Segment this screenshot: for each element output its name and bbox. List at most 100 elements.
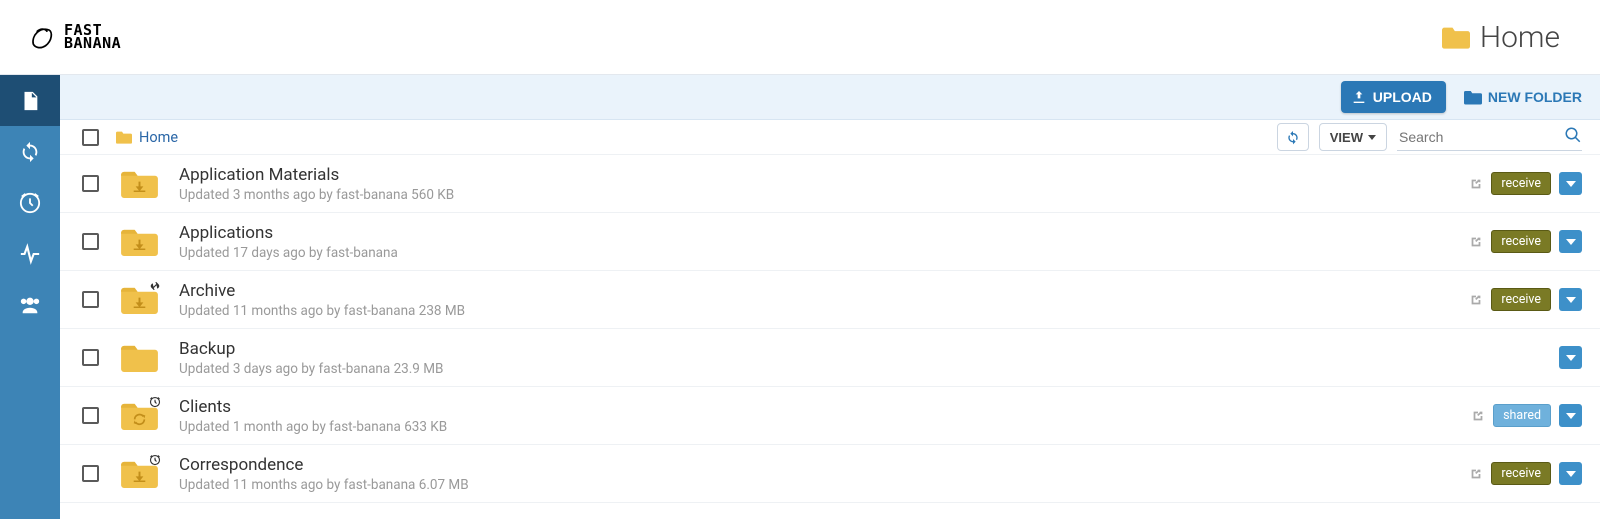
row-actions: receive [1469,288,1582,311]
status-badge[interactable]: receive [1491,172,1551,195]
file-name[interactable]: Clients [179,397,1471,417]
row-menu-button[interactable] [1559,346,1582,369]
file-name[interactable]: Backup [179,339,1559,359]
row-actions [1559,346,1582,369]
sidebar-item-scheduled[interactable] [0,177,60,228]
row-menu-button[interactable] [1559,172,1582,195]
file-row[interactable]: Backup Updated 3 days ago by fast-banana… [60,329,1600,387]
file-name[interactable]: Application Materials [179,165,1469,185]
row-menu-button[interactable] [1559,404,1582,427]
file-meta: Updated 11 months ago by fast-banana 238… [179,303,1469,319]
search-input[interactable] [1397,124,1582,151]
file-row[interactable]: Applications Updated 17 days ago by fast… [60,213,1600,271]
file-name[interactable]: Correspondence [179,455,1469,475]
sidebar-item-sync[interactable] [0,126,60,177]
toolbar: UPLOAD NEW FOLDER [60,75,1600,120]
open-external-icon[interactable] [1469,177,1483,191]
row-actions: receive [1469,172,1582,195]
folder-icon-cell[interactable] [113,400,165,431]
select-all-checkbox[interactable] [82,129,99,146]
refresh-icon [1285,129,1301,145]
breadcrumb-home[interactable]: Home [139,129,178,146]
name-cell: Archive Updated 11 months ago by fast-ba… [179,281,1469,319]
folder-icon-cell[interactable] [113,226,165,257]
file-meta: Updated 3 months ago by fast-banana 560 … [179,187,1469,203]
activity-icon [19,243,41,265]
file-row[interactable]: Archive Updated 11 months ago by fast-ba… [60,271,1600,329]
file-row[interactable]: Clients Updated 1 month ago by fast-bana… [60,387,1600,445]
file-meta: Updated 1 month ago by fast-banana 633 K… [179,419,1471,435]
document-icon [19,90,41,112]
open-external-icon[interactable] [1469,235,1483,249]
search-icon[interactable] [1564,126,1582,144]
controls-right: VIEW [1277,123,1582,151]
file-meta: Updated 17 days ago by fast-banana [179,245,1469,261]
status-badge[interactable]: receive [1491,288,1551,311]
brand-text-line2: BANANA [64,37,121,51]
row-checkbox[interactable] [82,175,99,192]
chevron-down-icon [1368,135,1376,140]
sidebar-item-activity[interactable] [0,228,60,279]
refresh-button[interactable] [1277,123,1309,151]
open-external-icon[interactable] [1471,409,1485,423]
users-icon [19,294,41,316]
open-external-icon[interactable] [1469,293,1483,307]
row-checkbox[interactable] [82,465,99,482]
status-badge[interactable]: shared [1493,404,1551,427]
name-cell: Applications Updated 17 days ago by fast… [179,223,1469,261]
row-checkbox[interactable] [82,233,99,250]
search-wrapper [1397,124,1582,151]
row-actions: receive [1469,462,1582,485]
file-row[interactable]: Correspondence Updated 11 months ago by … [60,445,1600,503]
name-cell: Application Materials Updated 3 months a… [179,165,1469,203]
row-menu-button[interactable] [1559,288,1582,311]
sidebar [0,75,60,519]
row-checkbox[interactable] [82,349,99,366]
file-row[interactable]: Application Materials Updated 3 months a… [60,155,1600,213]
row-checkbox[interactable] [82,407,99,424]
folder-icon [1442,25,1470,49]
chevron-down-icon [1566,471,1576,477]
file-list: Application Materials Updated 3 months a… [60,155,1600,503]
new-folder-label: NEW FOLDER [1488,89,1582,105]
page-title-text: Home [1480,20,1560,55]
brand-logo: FAST BANANA [28,23,121,51]
name-cell: Clients Updated 1 month ago by fast-bana… [179,397,1471,435]
folder-icon-cell[interactable] [113,284,165,315]
row-menu-button[interactable] [1559,462,1582,485]
upload-label: UPLOAD [1373,89,1432,105]
row-actions: receive [1469,230,1582,253]
file-name[interactable]: Archive [179,281,1469,301]
name-cell: Backup Updated 3 days ago by fast-banana… [179,339,1559,377]
sidebar-item-users[interactable] [0,279,60,330]
brand-text: FAST BANANA [64,24,121,51]
sidebar-item-files[interactable] [0,75,60,126]
file-name[interactable]: Applications [179,223,1469,243]
sync-icon [19,141,41,163]
folder-icon [116,130,132,144]
row-checkbox[interactable] [82,291,99,308]
status-badge[interactable]: receive [1491,462,1551,485]
chevron-down-icon [1566,413,1576,419]
new-folder-icon [1464,89,1482,105]
view-dropdown[interactable]: VIEW [1319,123,1387,151]
open-external-icon[interactable] [1469,467,1483,481]
banana-icon [28,23,56,51]
main-content: UPLOAD NEW FOLDER Home VIEW [60,75,1600,519]
view-label: VIEW [1330,130,1363,145]
upload-button[interactable]: UPLOAD [1341,81,1446,113]
new-folder-button[interactable]: NEW FOLDER [1464,89,1582,105]
name-cell: Correspondence Updated 11 months ago by … [179,455,1469,493]
status-badge[interactable]: receive [1491,230,1551,253]
chevron-down-icon [1566,181,1576,187]
row-menu-button[interactable] [1559,230,1582,253]
row-actions: shared [1471,404,1582,427]
folder-icon-cell[interactable] [113,342,165,373]
chevron-down-icon [1566,297,1576,303]
folder-icon-cell[interactable] [113,458,165,489]
upload-icon [1351,89,1367,105]
chevron-down-icon [1566,355,1576,361]
file-meta: Updated 11 months ago by fast-banana 6.0… [179,477,1469,493]
clock-icon [19,192,41,214]
folder-icon-cell[interactable] [113,168,165,199]
